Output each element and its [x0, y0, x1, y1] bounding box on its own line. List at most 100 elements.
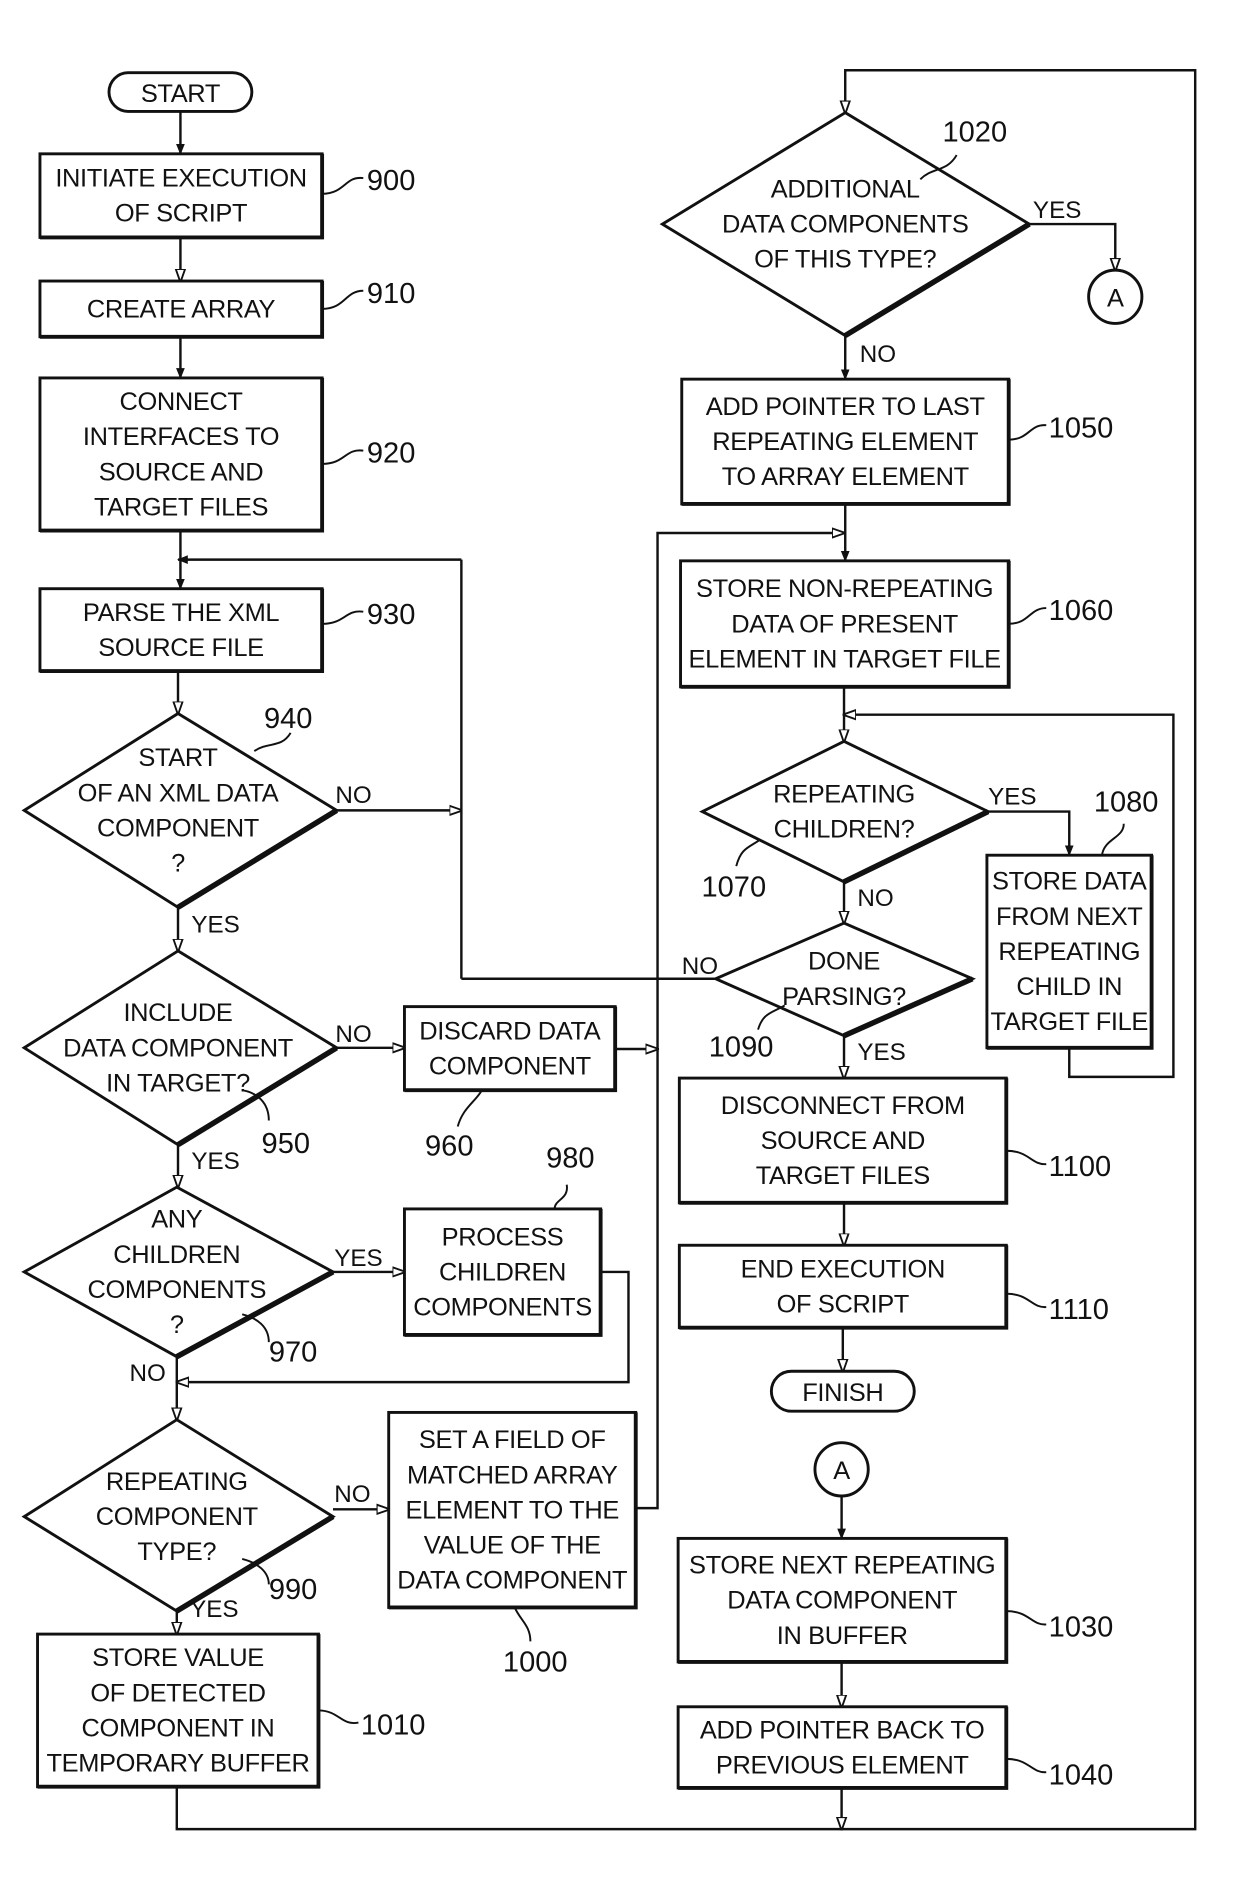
node-text-line: TO ARRAY ELEMENT: [722, 463, 969, 491]
reference-number: 910: [367, 278, 415, 310]
node-text-line: COMPONENTS: [413, 1294, 592, 1322]
node-text-line: DATA OF PRESENT: [731, 610, 958, 638]
connector-a-out-label: A: [1107, 284, 1124, 312]
reference-1010: 1010: [318, 1709, 426, 1742]
node-text-line: REPEATING: [773, 781, 915, 809]
process-box-1010: STORE VALUE OF DETECTED COMPONENT IN TEMPOR…: [36, 1632, 321, 1789]
branch-label-n1020-no: NO: [860, 341, 896, 368]
node-text-line: STORE VALUE: [92, 1644, 264, 1672]
node-text-line: OF THIS TYPE?: [754, 246, 936, 274]
node-text-line: COMPONENT: [96, 1503, 258, 1531]
node-text-line: SOURCE AND: [761, 1127, 925, 1155]
reference-number: 990: [269, 1574, 317, 1606]
reference-970: 970: [241, 1313, 317, 1369]
node-text-line: DISCONNECT FROM: [721, 1092, 965, 1120]
process-box-1030: STORE NEXT REPEATING DATA COMPONENT IN BUF…: [676, 1536, 1009, 1664]
reference-1070: 1070: [702, 838, 767, 903]
reference-960: 960: [425, 1089, 483, 1163]
node-text-line: DATA COMPONENT: [397, 1567, 627, 1595]
branch-label-n1070-no: NO: [857, 885, 893, 912]
process-box-980: PROCESS CHILDREN COMPONENTS: [403, 1207, 603, 1337]
reference-leader-line: [1006, 1149, 1047, 1166]
reference-1110: 1110: [1006, 1292, 1109, 1326]
node-text-line: CONNECT: [119, 388, 242, 416]
reference-1000: 1000: [503, 1607, 568, 1679]
node-text-line: ANY: [151, 1206, 203, 1234]
node-text-line: CREATE ARRAY: [87, 295, 276, 323]
reference-number: 950: [262, 1128, 310, 1160]
process-box-1110: END EXECUTION OF SCRIPT: [677, 1243, 1009, 1330]
node-text-line: PROCESS: [442, 1223, 564, 1251]
reference-920: 920: [322, 438, 415, 470]
process-box-960: DISCARD DATA COMPONENT: [403, 1005, 618, 1093]
node-text-line: DATA COMPONENT: [63, 1034, 293, 1062]
start-terminal: START: [107, 71, 254, 113]
node-text-line: PREVIOUS ELEMENT: [716, 1751, 969, 1779]
branch-label-n940-yes: YES: [191, 912, 239, 939]
decision-diamond-970: ANY CHILDREN COMPONENTS?: [21, 1185, 337, 1360]
node-text-line: VALUE OF THE: [424, 1532, 601, 1560]
node-text-line: DONE: [808, 948, 880, 976]
branch-label-n950-yes: YES: [191, 1148, 239, 1175]
node-text-line: TARGET FILES: [94, 493, 268, 521]
node-text-line: SOURCE FILE: [98, 634, 264, 662]
node-text-line: STORE NEXT REPEATING: [689, 1552, 995, 1580]
node-text-line: REPEATING: [998, 938, 1140, 966]
node-text-line: CHILD IN: [1016, 973, 1122, 1001]
process-box-1100: DISCONNECT FROM SOURCE AND TARGET FILES: [677, 1076, 1009, 1205]
reference-1050: 1050: [1008, 412, 1114, 444]
branch-label-n1020-yes: YES: [1033, 197, 1081, 224]
node-text-line: PARSE THE XML: [83, 599, 280, 627]
process-box-1000: SET A FIELD OF MATCHED ARRAY ELEMENT TO TH…: [387, 1410, 638, 1610]
reference-leader-line: [322, 610, 364, 625]
node-text-line: REPEATING: [106, 1468, 248, 1496]
node-text-line: END EXECUTION: [741, 1255, 945, 1283]
reference-leader-line: [553, 1184, 568, 1210]
node-text-line: CHILDREN?: [774, 816, 915, 844]
branch-label-n940-no: NO: [335, 782, 371, 809]
connector-a-in-label: A: [833, 1457, 850, 1485]
reference-number: 1070: [702, 871, 767, 903]
reference-number: 1010: [361, 1710, 426, 1742]
reference-number: 1030: [1049, 1612, 1114, 1644]
reference-1090: 1090: [709, 1004, 786, 1063]
reference-number: 970: [269, 1337, 317, 1369]
node-text-line: STORE NON-REPEATING: [696, 575, 993, 603]
reference-leader-line: [1006, 1292, 1047, 1309]
reference-900: 900: [322, 165, 415, 197]
finish-terminal: FINISH: [769, 1369, 916, 1413]
reference-leader-line: [456, 1089, 483, 1127]
node-text-line: INITIATE EXECUTION: [55, 165, 306, 193]
reference-1080: 1080: [1094, 787, 1158, 856]
node-text-line: DISCARD DATA: [419, 1017, 601, 1045]
node-text-line: ?: [171, 850, 185, 878]
reference-leader-line: [322, 449, 364, 465]
process-box-910: CREATE ARRAY: [38, 279, 325, 339]
reference-leader-line: [253, 732, 292, 752]
node-text-line: TEMPORARY BUFFER: [47, 1750, 310, 1778]
reference-leader-line: [322, 177, 364, 195]
process-box-900: INITIATE EXECUTION OF SCRIPT: [38, 152, 325, 240]
node-text-line: START: [138, 744, 217, 772]
node-text-line: COMPONENT IN: [82, 1714, 275, 1742]
reference-number: 980: [546, 1143, 594, 1175]
reference-number: 1090: [709, 1031, 774, 1063]
reference-number: 1050: [1049, 412, 1114, 444]
reference-980: 980: [546, 1143, 595, 1210]
branch-label-n950-no: NO: [335, 1021, 371, 1048]
branch-label-n1090-yes: YES: [857, 1039, 905, 1066]
node-text-line: TARGET FILE: [991, 1008, 1148, 1036]
node-text-line: REPEATING ELEMENT: [712, 428, 978, 456]
reference-leader-line: [735, 838, 762, 867]
reference-leader-line: [318, 1709, 359, 1725]
decision-diamond-shape: [21, 711, 340, 910]
reference-930: 930: [322, 599, 415, 631]
reference-leader-line: [322, 289, 364, 310]
node-text-line: SOURCE AND: [99, 458, 263, 486]
node-text-line: ?: [170, 1311, 184, 1339]
reference-number: 1110: [1049, 1294, 1109, 1326]
process-box-920: CONNECT INTERFACES TO SOURCE AND TARGET FIL…: [38, 376, 325, 533]
reference-1030: 1030: [1006, 1610, 1114, 1644]
node-text-line: SET A FIELD OF: [419, 1426, 606, 1454]
node-text-line: ELEMENT TO THE: [406, 1496, 619, 1524]
